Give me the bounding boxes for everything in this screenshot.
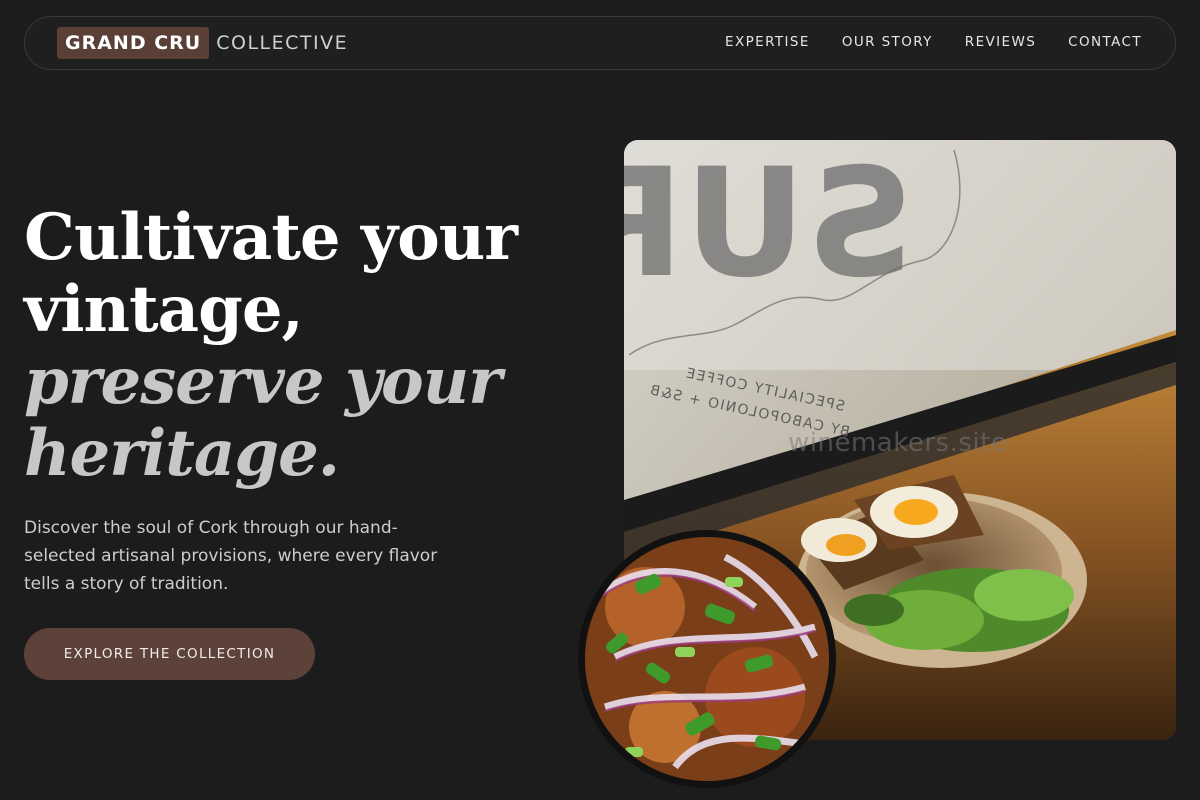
site-watermark: winemakers.site	[788, 428, 1008, 458]
hero-lead-text: Discover the soul of Cork through our ha…	[24, 518, 438, 594]
brand-logo[interactable]: GRAND CRU COLLECTIVE	[57, 27, 348, 59]
headline-line-2: vintage,	[24, 272, 304, 347]
window-lettering: SUR	[624, 140, 914, 311]
nav-link-reviews[interactable]: REVIEWS	[965, 34, 1036, 50]
headline-line-4: heritage.	[24, 416, 340, 491]
nav-link-expertise[interactable]: EXPERTISE	[725, 34, 810, 50]
brand-secondary: COLLECTIVE	[216, 32, 349, 54]
top-navigation: GRAND CRU COLLECTIVE EXPERTISE OUR STORY…	[24, 16, 1176, 70]
explore-collection-button[interactable]: EXPLORE THE COLLECTION	[24, 628, 315, 680]
nav-link-our-story[interactable]: OUR STORY	[842, 34, 933, 50]
brand-primary: GRAND CRU	[57, 27, 210, 59]
hero-photo-dish-round	[578, 530, 836, 788]
hero-headline: Cultivate your vintage, preserve your he…	[24, 202, 584, 490]
headline-line-3: preserve your	[24, 344, 502, 419]
headline-line-1: Cultivate your	[24, 200, 518, 275]
nav-link-contact[interactable]: CONTACT	[1068, 34, 1142, 50]
nav-links: EXPERTISE OUR STORY REVIEWS CONTACT	[725, 34, 1142, 50]
